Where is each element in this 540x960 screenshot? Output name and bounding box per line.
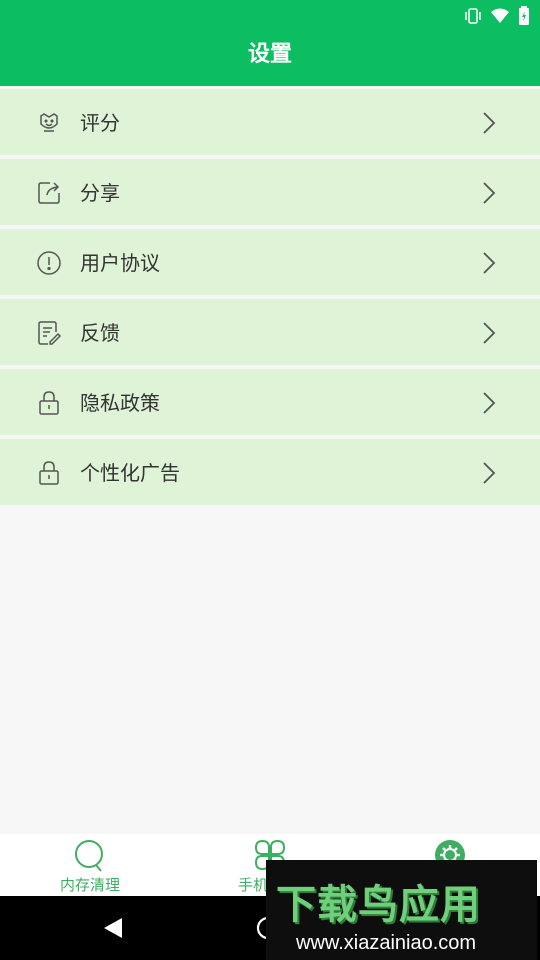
nav-tab-label: 内存清理 (59, 876, 120, 894)
vibrate-icon (464, 7, 482, 25)
chevron-right-icon (482, 392, 496, 414)
wifi-icon (490, 7, 510, 25)
rate-icon (36, 110, 62, 136)
settings-item-label: 分享 (80, 181, 120, 205)
info-icon (36, 250, 62, 276)
settings-item-label: 反馈 (80, 321, 120, 345)
chevron-right-icon (482, 462, 496, 484)
lock-icon (36, 390, 62, 416)
app-header: 设置 (0, 0, 540, 86)
settings-item-label: 评分 (80, 111, 120, 135)
settings-item-label: 用户协议 (80, 251, 160, 275)
share-icon (36, 180, 62, 206)
search-circle-icon (74, 839, 106, 877)
feedback-icon (36, 320, 62, 346)
chevron-right-icon (482, 112, 496, 134)
chevron-right-icon (482, 182, 496, 204)
settings-item-label: 个性化广告 (80, 461, 180, 485)
chevron-right-icon (482, 322, 496, 344)
settings-item-privacy-policy[interactable]: 隐私政策 (0, 369, 540, 435)
watermark-url: www.xiazainiao.com (296, 932, 477, 954)
settings-item-rate[interactable]: 评分 (0, 89, 540, 155)
battery-icon (518, 6, 530, 26)
watermark-logo: 下载鸟应用 (276, 882, 481, 928)
status-bar-icons (464, 6, 530, 26)
settings-item-label: 隐私政策 (80, 391, 160, 415)
app-root: 设置 评分 分享 用户协议 反馈 隐私政策 个性化广告 内存清理 手机 下载鸟应… (0, 0, 540, 960)
back-icon[interactable] (102, 916, 124, 944)
page-title: 设置 (247, 42, 292, 67)
settings-item-feedback[interactable]: 反馈 (0, 299, 540, 365)
lock-icon (36, 460, 62, 486)
chevron-right-icon (482, 252, 496, 274)
settings-item-share[interactable]: 分享 (0, 159, 540, 225)
settings-item-personalized-ads[interactable]: 个性化广告 (0, 439, 540, 505)
settings-list: 评分 分享 用户协议 反馈 隐私政策 个性化广告 (0, 89, 540, 505)
nav-tab-memory-clean[interactable]: 内存清理 (0, 834, 180, 896)
watermark: 下载鸟应用 www.xiazainiao.com (266, 860, 537, 960)
settings-item-user-agreement[interactable]: 用户协议 (0, 229, 540, 295)
